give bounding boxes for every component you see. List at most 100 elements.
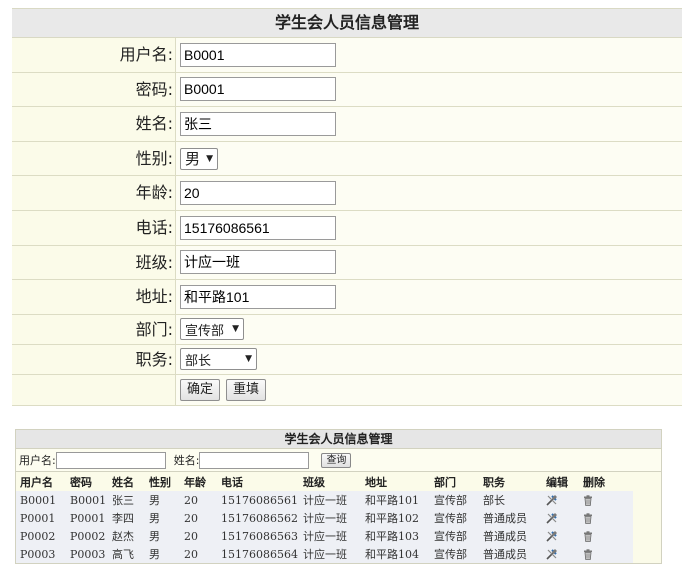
col-header-username: 用户名 <box>20 475 53 489</box>
cell-position: 普通成员 <box>483 548 527 561</box>
table-row: P0001 P0001 李四 男 20 15176086562 计应一班 和平路102 宣传部 普… <box>16 509 633 527</box>
row-username: 用户名: <box>12 38 682 73</box>
password-input[interactable] <box>180 77 336 102</box>
position-select-value: 部长 <box>185 353 212 369</box>
col-header-age: 年龄 <box>184 475 206 489</box>
class-label: 班级: <box>12 245 176 280</box>
name-label: 姓名: <box>12 107 176 141</box>
cell-address: 和平路104 <box>365 548 419 561</box>
trash-icon[interactable] <box>583 494 633 506</box>
cell-department: 宣传部 <box>434 530 467 543</box>
col-header-department: 部门 <box>434 475 456 489</box>
cell-username: P0003 <box>20 547 56 561</box>
cell-gender: 男 <box>149 530 160 543</box>
cell-phone: 15176086563 <box>221 529 298 543</box>
edit-tools-icon[interactable] <box>546 512 579 524</box>
cell-edit <box>542 545 579 563</box>
search-name-input[interactable] <box>199 451 310 469</box>
cell-address: 和平路102 <box>365 512 419 525</box>
cell-gender: 男 <box>149 494 160 507</box>
row-name: 姓名: <box>12 107 682 142</box>
cell-username: B0001 <box>20 493 57 507</box>
department-select[interactable]: 宣传部 ▼ <box>180 318 244 341</box>
cell-phone: 15176086561 <box>221 493 298 507</box>
cell-password: P0002 <box>70 529 106 543</box>
gender-label: 性别: <box>12 141 176 176</box>
cell-gender: 男 <box>149 512 160 525</box>
position-label: 职务: <box>12 344 176 374</box>
trash-icon[interactable] <box>583 512 633 524</box>
cell-delete <box>579 545 633 563</box>
cell-username: P0001 <box>20 511 56 525</box>
cell-position: 普通成员 <box>483 512 527 525</box>
col-header-delete: 删除 <box>583 475 605 489</box>
cell-position: 普通成员 <box>483 530 527 543</box>
search-button[interactable]: 查询 <box>321 452 352 468</box>
cell-class: 计应一班 <box>303 512 347 525</box>
department-select-value: 宣传部 <box>185 323 225 339</box>
edit-tools-icon[interactable] <box>546 548 579 560</box>
dropdown-arrow-icon: ▼ <box>232 324 239 335</box>
table-header-row: 用户名 密码 姓名 性别 年龄 电话 班级 地址 部门 职务 编辑 删除 <box>16 472 633 491</box>
row-position: 职务: 部长 ▼ <box>12 344 682 375</box>
cell-address: 和平路101 <box>365 494 419 507</box>
cell-password: P0001 <box>70 511 106 525</box>
cell-delete <box>579 509 633 527</box>
submit-button[interactable]: 确定 <box>180 378 221 401</box>
cell-position: 部长 <box>483 494 505 507</box>
edit-tools-icon[interactable] <box>546 494 579 506</box>
trash-icon[interactable] <box>583 530 633 542</box>
reset-button[interactable]: 重填 <box>226 378 267 401</box>
table-row: B0001 B0001 张三 男 20 15176086561 计应一班 和平路101 宣传部 部… <box>16 491 633 509</box>
cell-name: 张三 <box>112 494 134 507</box>
name-input[interactable] <box>180 111 336 136</box>
member-form: 学生会人员信息管理 用户名: 密码: 姓名: 性别: 男▼ 年龄: 电话: 班级… <box>12 8 682 406</box>
username-label: 用户名: <box>12 38 176 72</box>
cell-name: 高飞 <box>112 548 134 561</box>
username-input[interactable] <box>180 42 336 67</box>
cell-edit <box>542 491 579 509</box>
member-list-panel: 学生会人员信息管理 用户名: 姓名: 查询 用户名 密码 姓名 性别 年龄 电话… <box>15 429 662 564</box>
cell-class: 计应一班 <box>303 494 347 507</box>
row-password: 密码: <box>12 72 682 108</box>
row-age: 年龄: <box>12 176 682 211</box>
cell-password: P0003 <box>70 547 106 561</box>
row-class: 班级: <box>12 245 682 281</box>
cell-department: 宣传部 <box>434 548 467 561</box>
edit-tools-icon[interactable] <box>546 530 579 542</box>
cell-class: 计应一班 <box>303 530 347 543</box>
search-username-input[interactable] <box>55 451 166 469</box>
col-header-name: 姓名 <box>112 475 134 489</box>
form-title: 学生会人员信息管理 <box>12 9 682 38</box>
cell-delete <box>579 527 633 545</box>
cell-address: 和平路103 <box>365 530 419 543</box>
col-header-address: 地址 <box>365 475 387 489</box>
row-address: 地址: <box>12 280 682 315</box>
cell-phone: 15176086562 <box>221 511 298 525</box>
password-label: 密码: <box>12 72 176 107</box>
table-row: P0002 P0002 赵杰 男 20 15176086563 计应一班 和平路103 宣传部 普… <box>16 527 633 545</box>
search-bar: 用户名: 姓名: 查询 <box>16 449 661 472</box>
list-title: 学生会人员信息管理 <box>16 430 661 449</box>
gender-select[interactable]: 男 ▼ <box>180 147 218 170</box>
department-label: 部门: <box>12 314 176 344</box>
cell-age: 20 <box>184 547 198 561</box>
col-header-gender: 性别 <box>149 475 171 489</box>
gender-select-value: 男 <box>185 150 201 169</box>
class-input[interactable] <box>180 250 336 275</box>
row-phone: 电话: <box>12 210 682 246</box>
cell-age: 20 <box>184 493 198 507</box>
cell-password: B0001 <box>70 493 107 507</box>
row-actions: 确定 重填 <box>12 374 682 406</box>
position-select[interactable]: 部长 ▼ <box>180 348 257 371</box>
phone-input[interactable] <box>180 215 336 240</box>
address-input[interactable] <box>180 284 336 309</box>
search-username-label: 用户名: <box>19 454 56 467</box>
age-input[interactable] <box>180 181 336 206</box>
cell-delete <box>579 491 633 509</box>
cell-edit <box>542 509 579 527</box>
cell-class: 计应一班 <box>303 548 347 561</box>
age-label: 年龄: <box>12 176 176 210</box>
trash-icon[interactable] <box>583 548 633 560</box>
search-name-label: 姓名: <box>173 454 200 467</box>
